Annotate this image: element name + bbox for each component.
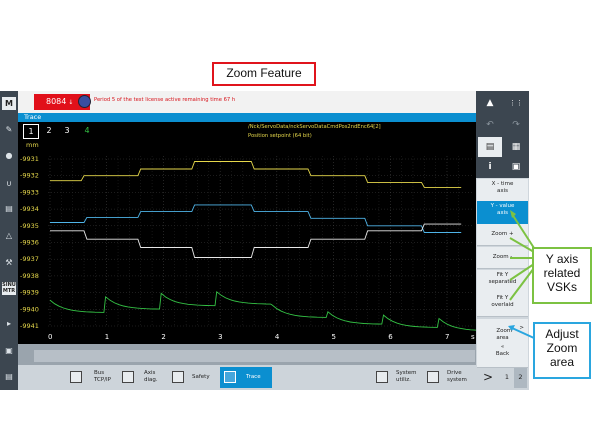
unit-row [18,139,476,152]
y-tick-label: -9938 [20,272,39,280]
right-icon-panel: ▲ ⋮⋮ ↶ ↷ ▤ ▦ i ▣ [476,91,529,178]
trace-plot[interactable]: -9931 -9932 -9933 -9934 -9935 -9936 -9937 -9938… [18,152,476,344]
x-tick-label: 4 [275,333,280,341]
tab-trace-4[interactable]: 4 [80,124,94,137]
expand-icon[interactable]: ▸ [2,317,16,330]
y-tick-label: -9936 [20,239,39,247]
undo-icon[interactable]: ↶ [478,115,502,135]
tab-trace-3[interactable]: 3 [60,124,74,137]
diagnostics-icon[interactable]: △ [2,229,16,242]
y-axis-vsk-callout: Y axis related VSKs [532,247,592,304]
y-tick-label: -9934 [20,205,39,213]
window-toggle-icon[interactable]: ▤ [478,137,502,157]
y-tick-label: -9940 [20,305,39,313]
signal-name: /Nck/ServoData/nckServoDataCmdPos2ndEnc6… [248,124,381,130]
x-tick-label: 5 [332,333,336,341]
page-2-button[interactable]: 2 [514,367,527,388]
y-tick-label: -9939 [20,289,39,297]
x-tick-label: 0 [48,333,52,341]
program-manager-icon[interactable]: ▤ [2,202,16,215]
system-utilization-softkey[interactable]: System utiliz. [372,367,420,388]
sinumerik-button[interactable]: SINU MTR [2,282,16,295]
setup-icon[interactable]: ⚒ [2,256,16,269]
license-icon [78,95,91,108]
alarm-number: 8084 [46,97,67,106]
next-page-arrow[interactable]: > [478,367,498,388]
y-tick-label: -9935 [20,222,39,230]
y-tick-label: -9937 [20,255,39,263]
drive-icon [427,371,439,383]
axis-icon [122,371,134,383]
grid-icon[interactable]: ⋮⋮ [504,93,528,113]
edit-icon[interactable]: ✎ [2,123,16,136]
y-tick-label: -9931 [20,155,39,163]
x-tick-label: 2 [161,333,165,341]
alarm-message: Period 5 of the test license active rema… [94,97,236,103]
zoom-area-callout: Adjust Zoom area [533,322,591,379]
axis-diag-softkey[interactable]: Axis diag. [118,367,166,388]
trace-softkey[interactable]: Trace [220,367,272,388]
safety-softkey[interactable]: Safety [168,367,218,388]
window-icon[interactable]: ▣ [2,344,16,357]
machine-area-button[interactable]: M [2,97,16,110]
trace-icon [224,371,236,383]
parameter-icon[interactable]: ● [2,149,16,162]
network-icon [70,371,82,383]
x-tick-label: 7 [445,333,449,341]
calculator-icon[interactable]: ▦ [504,137,528,157]
camera-icon[interactable]: ▣ [504,157,528,177]
tab-trace-2[interactable]: 2 [42,124,56,137]
x-tick-label: 6 [388,333,393,341]
y-unit-label: mm [26,141,39,149]
keyboard-icon[interactable]: ▤ [2,370,16,383]
x-tick-label: 3 [218,333,222,341]
program-icon[interactable]: ∪ [2,177,16,190]
trace-tabs: 1 2 3 4 [18,122,476,139]
left-sidebar: M ✎ ● ∪ ▤ △ ⚒ SINU MTR ▸ ▣ ▤ [0,91,18,390]
bus-tcpip-softkey[interactable]: Bus TCP/IP [66,367,114,388]
info-icon[interactable]: i [478,157,502,177]
y-tick-label: -9941 [20,322,39,330]
trace-header: Trace [18,113,476,122]
x-tick-label: 1 [105,333,109,341]
horizontal-scrollbar[interactable] [34,350,475,362]
system-icon [376,371,388,383]
y-tick-label: -9933 [20,188,39,196]
safety-icon [172,371,184,383]
drive-system-softkey[interactable]: Drive system [423,367,473,388]
tab-trace-1[interactable]: 1 [23,124,39,139]
page-1-button[interactable]: 1 [501,367,513,388]
y-tick-label: -9932 [20,172,39,180]
redo-icon[interactable]: ↷ [504,115,528,135]
zoom-feature-title: Zoom Feature [212,62,316,86]
mountain-icon[interactable]: ▲ [478,93,502,113]
